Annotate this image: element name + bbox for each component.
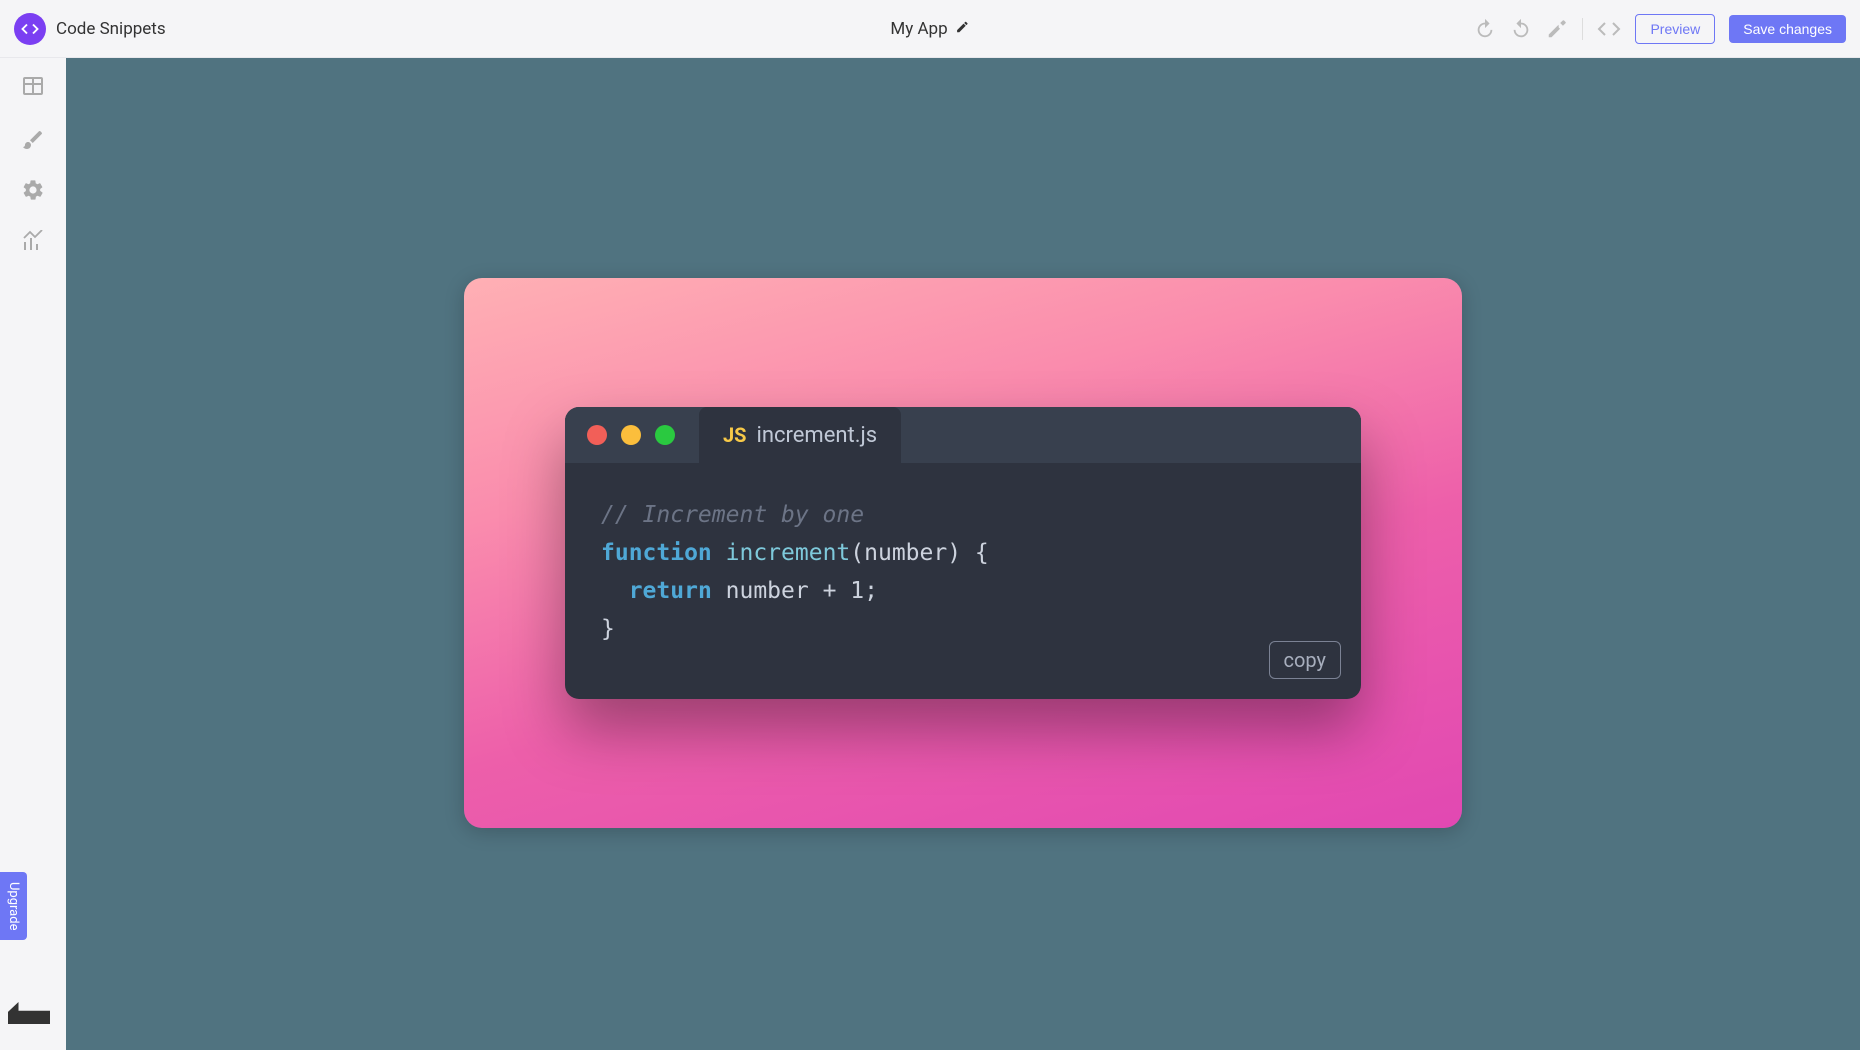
edit-name-icon[interactable] — [956, 19, 970, 39]
chart-icon[interactable] — [21, 230, 45, 254]
code-brace-close: } — [601, 616, 615, 642]
code-titlebar: JS increment.js — [565, 407, 1361, 463]
topbar-right: Preview Save changes — [1474, 14, 1846, 44]
file-tab[interactable]: JS increment.js — [699, 407, 901, 463]
gear-icon[interactable] — [21, 178, 45, 202]
hammer-icon[interactable] — [1546, 18, 1568, 40]
copy-button[interactable]: copy — [1269, 641, 1341, 679]
code-expr: number — [712, 578, 823, 604]
code-semicolon: ; — [864, 578, 878, 604]
code-brace-open: { — [961, 540, 989, 566]
code-param: number — [864, 540, 947, 566]
canvas[interactable]: JS increment.js // Increment by one func… — [66, 58, 1860, 1050]
code-comment: // Increment by one — [601, 502, 864, 528]
upgrade-button[interactable]: Upgrade — [0, 872, 27, 940]
maximize-window-icon[interactable] — [655, 425, 675, 445]
main-container: JS increment.js // Increment by one func… — [0, 58, 1860, 1050]
code-literal: 1 — [850, 578, 864, 604]
code-op: + — [823, 578, 837, 604]
code-paren-close: ) — [947, 540, 961, 566]
filename: increment.js — [757, 423, 878, 448]
code-keyword-return: return — [629, 578, 712, 604]
code-keyword-function: function — [601, 540, 712, 566]
undo-icon[interactable] — [1474, 18, 1496, 40]
app-logo-icon[interactable] — [14, 13, 46, 45]
page-title: Code Snippets — [56, 19, 166, 39]
topbar-divider — [1582, 18, 1583, 40]
table-icon[interactable] — [21, 74, 45, 98]
topbar-left: Code Snippets — [14, 13, 166, 45]
code-function-name: increment — [726, 540, 851, 566]
snippet-card: JS increment.js // Increment by one func… — [464, 278, 1462, 828]
preview-button[interactable]: Preview — [1635, 14, 1715, 44]
code-window: JS increment.js // Increment by one func… — [565, 407, 1361, 699]
code-body[interactable]: // Increment by one function increment(n… — [565, 463, 1361, 699]
topbar: Code Snippets My App Preview Save change… — [0, 0, 1860, 58]
minimize-window-icon[interactable] — [621, 425, 641, 445]
app-name: My App — [890, 19, 947, 39]
close-window-icon[interactable] — [587, 425, 607, 445]
code-icon[interactable] — [1597, 17, 1621, 41]
language-badge-icon: JS — [723, 423, 747, 447]
save-button[interactable]: Save changes — [1729, 15, 1846, 43]
code-paren-open: ( — [850, 540, 864, 566]
app-name-group: My App — [890, 19, 969, 39]
traffic-lights — [587, 425, 675, 445]
redo-icon[interactable] — [1510, 18, 1532, 40]
brush-icon[interactable] — [21, 126, 45, 150]
